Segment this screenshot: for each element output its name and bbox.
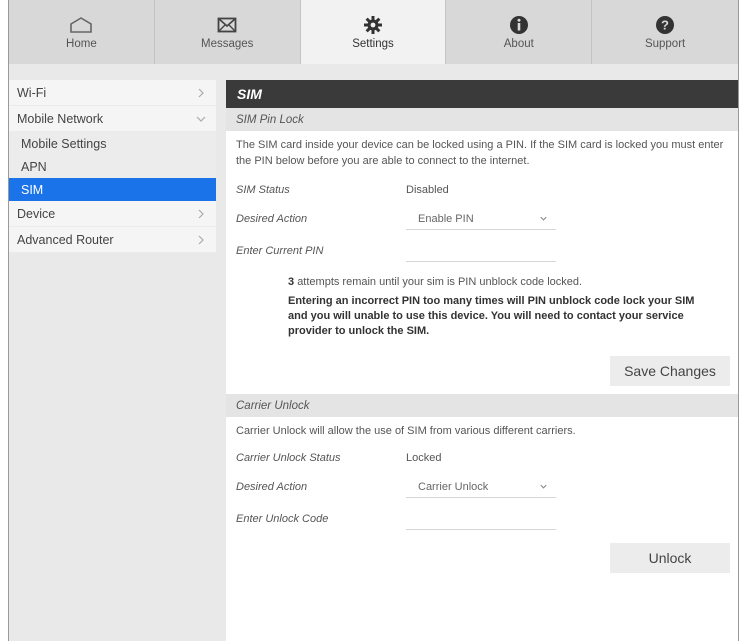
tab-home-label: Home	[66, 38, 97, 50]
sim-action-row: Desired Action Enable PIN	[226, 203, 738, 235]
unlock-code-input[interactable]	[406, 508, 556, 530]
carrier-action-selected: Carrier Unlock	[418, 480, 489, 493]
tab-about-label: About	[503, 38, 534, 50]
carrier-status-value: Locked	[406, 452, 442, 464]
sidebar-item-label: Wi-Fi	[17, 85, 47, 100]
carrier-action-select[interactable]: Carrier Unlock	[406, 476, 556, 498]
unlock-code-label: Enter Unlock Code	[236, 513, 329, 525]
sim-action-selected: Enable PIN	[418, 212, 474, 225]
sidebar-item-mobile-network[interactable]: Mobile Network	[9, 106, 216, 132]
sidebar: Wi-Fi Mobile Network Mobile Settings APN…	[9, 80, 216, 253]
question-icon: ?	[652, 14, 678, 36]
save-changes-button[interactable]: Save Changes	[610, 356, 730, 386]
sidebar-subitem-apn[interactable]: APN	[9, 155, 216, 178]
sidebar-item-label: Advanced Router	[17, 232, 114, 247]
tab-messages[interactable]: Messages	[154, 0, 301, 64]
top-nav: Home Messages Settings About ? Support	[9, 0, 738, 64]
sim-status-value: Disabled	[406, 184, 449, 196]
carrier-action-row: Desired Action Carrier Unlock	[226, 471, 738, 503]
home-icon	[68, 14, 94, 36]
sim-pin-description: The SIM card inside your device can be l…	[236, 139, 724, 167]
unlock-button[interactable]: Unlock	[610, 543, 730, 573]
sim-action-select[interactable]: Enable PIN	[406, 208, 556, 230]
attempts-count: 3	[288, 276, 295, 288]
unlock-code-row: Enter Unlock Code	[226, 503, 738, 535]
tab-support-label: Support	[644, 38, 686, 50]
unlock-row: Unlock	[226, 543, 738, 573]
sim-status-label: SIM Status	[236, 184, 290, 196]
save-row: Save Changes	[226, 356, 738, 386]
sidebar-item-wifi[interactable]: Wi-Fi	[9, 80, 216, 106]
pin-warning: Entering an incorrect PIN too many times…	[288, 295, 695, 337]
carrier-unlock-description: Carrier Unlock will allow the use of SIM…	[236, 425, 576, 437]
tab-settings[interactable]: Settings	[300, 0, 447, 64]
tab-messages-label: Messages	[200, 38, 254, 50]
attempts-note: 3 attempts remain until your sim is PIN …	[226, 276, 738, 288]
attempts-text: attempts remain until your sim is PIN un…	[297, 276, 583, 288]
chevron-right-icon	[198, 235, 204, 244]
sidebar-item-label: Device	[17, 206, 56, 221]
sidebar-subitem-mobile-settings[interactable]: Mobile Settings	[9, 132, 216, 155]
app-frame: Home Messages Settings About ? Support W…	[8, 0, 739, 641]
chevron-right-icon	[198, 88, 204, 97]
tab-support[interactable]: ? Support	[592, 0, 738, 64]
tab-home[interactable]: Home	[9, 0, 155, 64]
sidebar-item-device[interactable]: Device	[9, 201, 216, 227]
envelope-icon	[214, 14, 240, 36]
chevron-down-icon	[540, 484, 547, 489]
tab-settings-label: Settings	[352, 38, 394, 50]
sidebar-item-advanced-router[interactable]: Advanced Router	[9, 227, 216, 253]
sim-status-row: SIM Status Disabled	[226, 177, 738, 203]
chevron-right-icon	[198, 209, 204, 218]
section-title-sim-pin-lock: SIM Pin Lock	[226, 108, 738, 131]
sidebar-item-label: Mobile Network	[17, 111, 104, 126]
current-pin-row: Enter Current PIN	[226, 235, 738, 267]
gear-icon	[360, 14, 386, 36]
sidebar-subitem-label: Mobile Settings	[21, 136, 107, 151]
chevron-down-icon	[196, 116, 206, 122]
carrier-status-row: Carrier Unlock Status Locked	[226, 445, 738, 471]
carrier-status-label: Carrier Unlock Status	[236, 452, 341, 464]
current-pin-input[interactable]	[406, 240, 556, 262]
svg-text:?: ?	[661, 18, 669, 33]
sidebar-subitem-label: SIM	[21, 182, 44, 197]
tab-about[interactable]: About	[446, 0, 593, 64]
carrier-action-label: Desired Action	[236, 481, 308, 493]
sim-action-label: Desired Action	[236, 213, 308, 225]
current-pin-label: Enter Current PIN	[236, 245, 324, 257]
page-title: SIM	[226, 80, 738, 108]
main-panel: SIM SIM Pin Lock The SIM card inside you…	[226, 80, 738, 641]
info-icon	[506, 14, 532, 36]
chevron-down-icon	[540, 216, 547, 221]
sidebar-subitem-sim[interactable]: SIM	[9, 178, 216, 201]
sidebar-subitem-label: APN	[21, 159, 47, 174]
section-title-carrier-unlock: Carrier Unlock	[226, 394, 738, 417]
